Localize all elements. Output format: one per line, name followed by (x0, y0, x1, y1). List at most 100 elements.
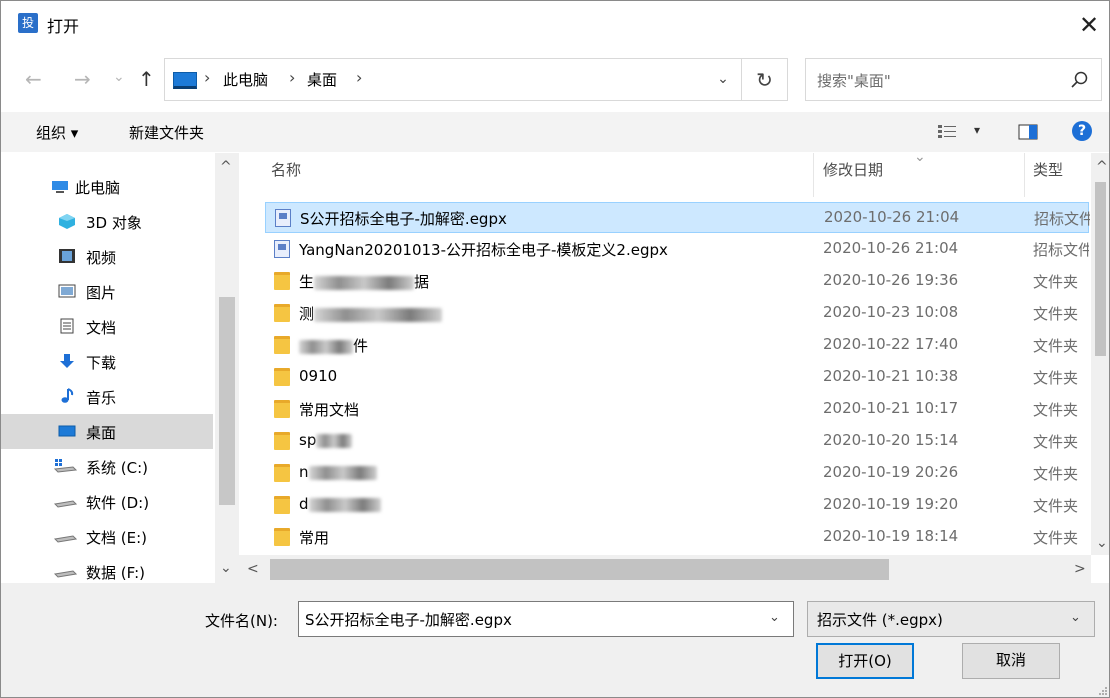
folder-row[interactable]: 常用 2020-10-19 18:14 文件夹 (265, 522, 1089, 553)
obscured-text (314, 307, 443, 322)
drive-icon (53, 570, 77, 578)
sidebar-item-this-pc[interactable]: 此电脑 (1, 169, 213, 204)
obscured-text (308, 497, 381, 512)
resize-grip-icon[interactable] (1097, 685, 1108, 696)
folder-icon (274, 368, 290, 386)
folder-icon (274, 272, 290, 290)
file-type: 文件夹 (1033, 433, 1079, 451)
file-date: 2020-10-26 19:36 (823, 271, 959, 289)
refresh-button[interactable]: ↻ (742, 58, 788, 101)
file-type: 文件夹 (1033, 337, 1079, 355)
scroll-right-arrow[interactable]: > (1074, 560, 1086, 578)
filename-input[interactable]: S公开招标全电子-加解密.egpx ⌄ (298, 601, 794, 637)
open-button[interactable]: 打开(O) (816, 643, 914, 679)
view-list-icon[interactable] (937, 123, 959, 141)
search-input[interactable]: 搜索"桌面" (805, 58, 1102, 101)
back-arrow-icon[interactable]: ← (25, 67, 42, 91)
preview-pane-icon[interactable] (1018, 124, 1038, 140)
breadcrumb-this-pc[interactable]: 此电脑 (223, 70, 268, 90)
file-date: 2020-10-19 19:20 (823, 495, 959, 513)
folder-icon (274, 528, 290, 546)
sidebar-item-label: 3D 对象 (86, 214, 142, 232)
sidebar-item-pictures[interactable]: 图片 (1, 274, 213, 309)
breadcrumb-desktop[interactable]: 桌面 (307, 70, 337, 90)
sidebar-item-label: 软件 (D:) (86, 494, 150, 512)
search-icon[interactable] (1068, 68, 1092, 92)
organize-menu-button[interactable]: 组织 ▾ (36, 122, 78, 143)
folder-name: 件 (299, 335, 368, 356)
close-button[interactable]: ✕ (1073, 7, 1105, 43)
drive-icon (53, 535, 77, 543)
horizontal-scrollbar-thumb[interactable] (270, 559, 889, 580)
file-type: 招标文件 (1033, 241, 1089, 259)
file-date: 2020-10-26 21:04 (823, 239, 959, 257)
up-arrow-icon[interactable]: ↑ (138, 67, 155, 91)
sidebar-item-label: 图片 (86, 284, 117, 302)
column-divider[interactable] (1024, 153, 1025, 197)
forward-arrow-icon[interactable]: → (74, 67, 91, 91)
computer-icon (173, 72, 197, 89)
recent-locations-icon[interactable]: ⌄ (113, 65, 125, 89)
folder-row[interactable]: n 2020-10-19 20:26 文件夹 (265, 458, 1089, 489)
scroll-left-arrow[interactable]: < (247, 560, 259, 578)
new-folder-button[interactable]: 新建文件夹 (129, 122, 204, 143)
file-type: 文件夹 (1033, 273, 1079, 291)
file-date: 2020-10-21 10:17 (823, 399, 959, 417)
breadcrumb-separator: › (204, 68, 211, 87)
folder-name: 常用 (299, 529, 330, 547)
folder-name: 测 (299, 303, 443, 324)
file-type: 文件夹 (1033, 465, 1079, 483)
sidebar-scroll-down-arrow[interactable]: ⌄ (220, 559, 232, 577)
file-row[interactable]: YangNan20201013-公开招标全电子-模板定义2.egpx 2020-… (265, 234, 1089, 265)
folder-name: 0910 (299, 367, 338, 385)
chevron-down-icon[interactable]: ⌄ (769, 610, 780, 625)
file-date: 2020-10-26 21:04 (824, 208, 960, 226)
column-header-type[interactable]: 类型 (1033, 159, 1063, 180)
folder-name: 常用文档 (299, 401, 360, 419)
sidebar-item-music[interactable]: 音乐 (1, 379, 213, 414)
address-bar[interactable]: › 此电脑 › 桌面 › (164, 58, 742, 101)
sidebar-item-drive-d[interactable]: 软件 (D:) (1, 484, 213, 519)
folder-row[interactable]: 件 2020-10-22 17:40 文件夹 (265, 330, 1089, 361)
sidebar-item-downloads[interactable]: 下载 (1, 344, 213, 379)
chevron-down-icon: ⌄ (1070, 610, 1081, 625)
column-header-date[interactable]: 修改日期 (823, 159, 883, 180)
documents-icon (60, 318, 74, 334)
folder-row[interactable]: sp 2020-10-20 15:14 文件夹 (265, 426, 1089, 457)
help-icon[interactable]: ? (1072, 121, 1092, 141)
sidebar-item-videos[interactable]: 视频 (1, 239, 213, 274)
obscured-text (314, 275, 415, 290)
system-drive-icon (53, 459, 77, 473)
app-icon: 投 (18, 13, 38, 33)
desktop-icon (58, 425, 76, 437)
folder-row[interactable]: 常用文档 2020-10-21 10:17 文件夹 (265, 394, 1089, 425)
view-options-dropdown[interactable]: ▾ (974, 123, 980, 137)
breadcrumb-separator[interactable]: › (356, 68, 362, 88)
sidebar-item-label: 下载 (86, 354, 117, 372)
obscured-text (299, 339, 353, 354)
folder-row[interactable]: 0910 2020-10-21 10:38 文件夹 (265, 362, 1089, 393)
sidebar-item-drive-f[interactable]: 数据 (F:) (1, 554, 213, 583)
address-history-dropdown[interactable]: ⌄ (704, 58, 742, 101)
sidebar-item-drive-e[interactable]: 文档 (E:) (1, 519, 213, 554)
sidebar-item-desktop[interactable]: 桌面 (1, 414, 213, 449)
folder-row[interactable]: 生据 2020-10-26 19:36 文件夹 (265, 266, 1089, 297)
sidebar-scrollbar-thumb[interactable] (219, 297, 235, 505)
file-date: 2020-10-22 17:40 (823, 335, 959, 353)
sidebar-scroll-up-arrow[interactable]: ^ (220, 158, 232, 176)
folder-row[interactable]: 测 2020-10-23 10:08 文件夹 (265, 298, 1089, 329)
vertical-scrollbar-thumb[interactable] (1095, 182, 1106, 356)
cancel-button[interactable]: 取消 (962, 643, 1060, 679)
folder-row[interactable]: d 2020-10-19 19:20 文件夹 (265, 490, 1089, 521)
sidebar-item-3d-objects[interactable]: 3D 对象 (1, 204, 213, 239)
column-divider[interactable] (813, 153, 814, 197)
file-type: 文件夹 (1033, 369, 1079, 387)
sidebar-item-drive-c[interactable]: 系统 (C:) (1, 449, 213, 484)
sidebar-item-documents[interactable]: 文档 (1, 309, 213, 344)
column-header-name[interactable]: 名称 (271, 159, 301, 180)
scroll-up-arrow[interactable]: ^ (1096, 158, 1108, 176)
filename-value: S公开招标全电子-加解密.egpx (305, 611, 512, 629)
file-row[interactable]: S公开招标全电子-加解密.egpx 2020-10-26 21:04 招标文件 (265, 202, 1090, 233)
file-type-select[interactable]: 招示文件 (*.egpx) ⌄ (807, 601, 1095, 637)
scroll-down-arrow[interactable]: ⌄ (1096, 534, 1108, 552)
